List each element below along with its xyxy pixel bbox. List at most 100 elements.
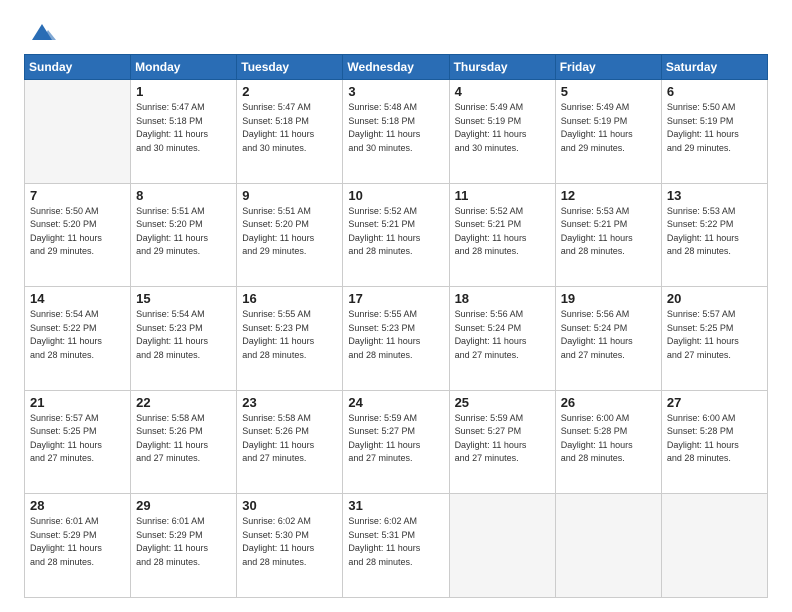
day-cell: 11Sunrise: 5:52 AM Sunset: 5:21 PM Dayli… — [449, 183, 555, 287]
day-info: Sunrise: 6:02 AM Sunset: 5:31 PM Dayligh… — [348, 515, 443, 569]
day-number: 3 — [348, 84, 443, 99]
col-header-thursday: Thursday — [449, 55, 555, 80]
day-cell: 10 Sunrise: 5:52 AM Sunset: 5:21 PM Dayli… — [343, 183, 449, 287]
col-header-friday: Friday — [555, 55, 661, 80]
day-cell: 2Sunrise: 5:47 AM Sunset: 5:18 PM Daylig… — [237, 80, 343, 184]
logo — [24, 18, 56, 46]
day-info: Sunrise: 5:51 AM Sunset: 5:20 PM Dayligh… — [136, 205, 231, 259]
week-row-3: 14Sunrise: 5:54 AM Sunset: 5:22 PM Dayli… — [25, 287, 768, 391]
day-info: Sunrise: 6:01 AM Sunset: 5:29 PM Dayligh… — [30, 515, 125, 569]
day-info: Sunrise: 6:00 AM Sunset: 5:28 PM Dayligh… — [667, 412, 762, 466]
day-cell: 1 Sunrise: 5:47 AM Sunset: 5:18 PM Daylig… — [131, 80, 237, 184]
day-cell: 15 Sunrise: 5:54 AM Sunset: 5:23 PM Dayli… — [131, 287, 237, 391]
day-number: 12 — [561, 188, 656, 203]
day-cell: 19 Sunrise: 5:56 AM Sunset: 5:24 PM Dayli… — [555, 287, 661, 391]
day-cell: 7 Sunrise: 5:50 AM Sunset: 5:20 PM Daylig… — [25, 183, 131, 287]
day-info: Sunrise: 6:00 AM Sunset: 5:28 PM Dayligh… — [561, 412, 656, 466]
day-number: 6 — [667, 84, 762, 99]
day-number: 17 — [348, 291, 443, 306]
day-info: Sunrise: 5:50 AM Sunset: 5:19 PM Dayligh… — [667, 101, 762, 155]
day-number: 30 — [242, 498, 337, 513]
day-number: 19 — [561, 291, 656, 306]
day-cell: 23Sunrise: 5:58 AM Sunset: 5:26 PM Dayli… — [237, 390, 343, 494]
day-info: Sunrise: 5:49 AM Sunset: 5:19 PM Dayligh… — [561, 101, 656, 155]
day-number: 24 — [348, 395, 443, 410]
day-cell: 24 Sunrise: 5:59 AM Sunset: 5:27 PM Dayli… — [343, 390, 449, 494]
day-number: 29 — [136, 498, 231, 513]
day-cell: 20 Sunrise: 5:57 AM Sunset: 5:25 PM Dayli… — [661, 287, 767, 391]
day-cell — [661, 494, 767, 598]
day-info: Sunrise: 5:53 AM Sunset: 5:21 PM Dayligh… — [561, 205, 656, 259]
day-cell: 9 Sunrise: 5:51 AM Sunset: 5:20 PM Daylig… — [237, 183, 343, 287]
day-info: Sunrise: 5:47 AM Sunset: 5:18 PM Dayligh… — [242, 101, 337, 155]
col-header-saturday: Saturday — [661, 55, 767, 80]
col-header-sunday: Sunday — [25, 55, 131, 80]
col-header-wednesday: Wednesday — [343, 55, 449, 80]
day-info: Sunrise: 5:56 AM Sunset: 5:24 PM Dayligh… — [561, 308, 656, 362]
day-info: Sunrise: 5:55 AM Sunset: 5:23 PM Dayligh… — [348, 308, 443, 362]
day-number: 5 — [561, 84, 656, 99]
day-info: Sunrise: 5:48 AM Sunset: 5:18 PM Dayligh… — [348, 101, 443, 155]
day-cell: 13 Sunrise: 5:53 AM Sunset: 5:22 PM Dayli… — [661, 183, 767, 287]
day-cell: 12 Sunrise: 5:53 AM Sunset: 5:21 PM Dayli… — [555, 183, 661, 287]
day-info: Sunrise: 5:58 AM Sunset: 5:26 PM Dayligh… — [136, 412, 231, 466]
day-cell — [25, 80, 131, 184]
day-info: Sunrise: 5:54 AM Sunset: 5:22 PM Dayligh… — [30, 308, 125, 362]
col-header-monday: Monday — [131, 55, 237, 80]
day-number: 20 — [667, 291, 762, 306]
day-cell: 6 Sunrise: 5:50 AM Sunset: 5:19 PM Daylig… — [661, 80, 767, 184]
day-number: 4 — [455, 84, 550, 99]
day-info: Sunrise: 5:51 AM Sunset: 5:20 PM Dayligh… — [242, 205, 337, 259]
day-info: Sunrise: 6:01 AM Sunset: 5:29 PM Dayligh… — [136, 515, 231, 569]
day-number: 10 — [348, 188, 443, 203]
day-info: Sunrise: 5:50 AM Sunset: 5:20 PM Dayligh… — [30, 205, 125, 259]
header — [24, 18, 768, 46]
day-cell: 26Sunrise: 6:00 AM Sunset: 5:28 PM Dayli… — [555, 390, 661, 494]
day-info: Sunrise: 5:59 AM Sunset: 5:27 PM Dayligh… — [455, 412, 550, 466]
day-info: Sunrise: 5:56 AM Sunset: 5:24 PM Dayligh… — [455, 308, 550, 362]
day-info: Sunrise: 5:57 AM Sunset: 5:25 PM Dayligh… — [30, 412, 125, 466]
day-cell: 27 Sunrise: 6:00 AM Sunset: 5:28 PM Dayli… — [661, 390, 767, 494]
day-number: 22 — [136, 395, 231, 410]
day-number: 7 — [30, 188, 125, 203]
day-info: Sunrise: 5:57 AM Sunset: 5:25 PM Dayligh… — [667, 308, 762, 362]
day-cell: 8 Sunrise: 5:51 AM Sunset: 5:20 PM Daylig… — [131, 183, 237, 287]
day-number: 16 — [242, 291, 337, 306]
logo-icon — [28, 18, 56, 46]
week-row-1: 1 Sunrise: 5:47 AM Sunset: 5:18 PM Daylig… — [25, 80, 768, 184]
day-number: 1 — [136, 84, 231, 99]
day-cell: 21 Sunrise: 5:57 AM Sunset: 5:25 PM Dayli… — [25, 390, 131, 494]
day-info: Sunrise: 5:54 AM Sunset: 5:23 PM Dayligh… — [136, 308, 231, 362]
day-cell: 4Sunrise: 5:49 AM Sunset: 5:19 PM Daylig… — [449, 80, 555, 184]
day-cell — [555, 494, 661, 598]
day-number: 13 — [667, 188, 762, 203]
day-number: 8 — [136, 188, 231, 203]
day-cell: 5 Sunrise: 5:49 AM Sunset: 5:19 PM Daylig… — [555, 80, 661, 184]
day-info: Sunrise: 5:47 AM Sunset: 5:18 PM Dayligh… — [136, 101, 231, 155]
day-cell: 25 Sunrise: 5:59 AM Sunset: 5:27 PM Dayli… — [449, 390, 555, 494]
day-cell: 29 Sunrise: 6:01 AM Sunset: 5:29 PM Dayli… — [131, 494, 237, 598]
col-header-tuesday: Tuesday — [237, 55, 343, 80]
day-info: Sunrise: 5:53 AM Sunset: 5:22 PM Dayligh… — [667, 205, 762, 259]
day-info: Sunrise: 5:52 AM Sunset: 5:21 PM Dayligh… — [348, 205, 443, 259]
day-number: 25 — [455, 395, 550, 410]
day-cell — [449, 494, 555, 598]
day-info: Sunrise: 5:59 AM Sunset: 5:27 PM Dayligh… — [348, 412, 443, 466]
day-info: Sunrise: 5:55 AM Sunset: 5:23 PM Dayligh… — [242, 308, 337, 362]
page: SundayMondayTuesdayWednesdayThursdayFrid… — [0, 0, 792, 612]
day-cell: 18Sunrise: 5:56 AM Sunset: 5:24 PM Dayli… — [449, 287, 555, 391]
day-cell: 30 Sunrise: 6:02 AM Sunset: 5:30 PM Dayli… — [237, 494, 343, 598]
day-number: 11 — [455, 188, 550, 203]
day-info: Sunrise: 5:58 AM Sunset: 5:26 PM Dayligh… — [242, 412, 337, 466]
day-cell: 3 Sunrise: 5:48 AM Sunset: 5:18 PM Daylig… — [343, 80, 449, 184]
day-number: 27 — [667, 395, 762, 410]
day-cell: 17 Sunrise: 5:55 AM Sunset: 5:23 PM Dayli… — [343, 287, 449, 391]
day-number: 9 — [242, 188, 337, 203]
day-cell: 31 Sunrise: 6:02 AM Sunset: 5:31 PM Dayli… — [343, 494, 449, 598]
day-number: 15 — [136, 291, 231, 306]
day-cell: 22 Sunrise: 5:58 AM Sunset: 5:26 PM Dayli… — [131, 390, 237, 494]
day-info: Sunrise: 6:02 AM Sunset: 5:30 PM Dayligh… — [242, 515, 337, 569]
day-number: 31 — [348, 498, 443, 513]
day-number: 21 — [30, 395, 125, 410]
calendar-table: SundayMondayTuesdayWednesdayThursdayFrid… — [24, 54, 768, 598]
